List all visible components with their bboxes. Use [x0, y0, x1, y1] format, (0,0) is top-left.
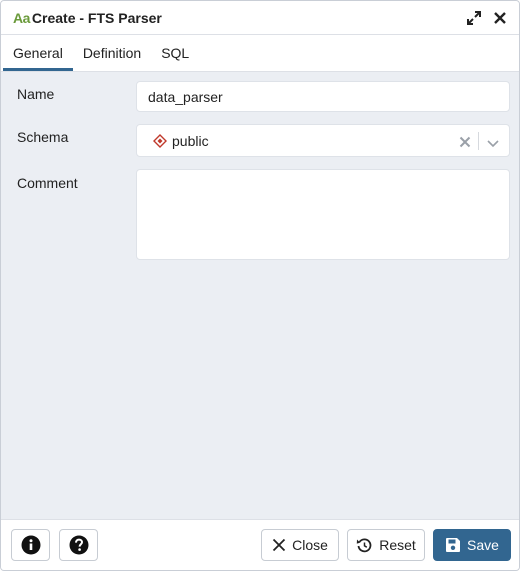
close-button-label: Close [292, 537, 328, 553]
clear-icon[interactable] [459, 135, 471, 147]
tab-definition[interactable]: Definition [73, 35, 151, 71]
close-icon[interactable] [493, 11, 507, 25]
chevron-down-icon[interactable] [486, 136, 500, 147]
schema-icon [153, 133, 167, 148]
tab-bar: General Definition SQL [1, 35, 519, 72]
dialog-title: Create - FTS Parser [31, 9, 162, 26]
info-button[interactable] [11, 529, 50, 561]
reset-button-label: Reset [379, 537, 416, 553]
reset-icon [357, 537, 372, 552]
dialog-footer: Close Reset Save [1, 519, 519, 570]
schema-select[interactable]: public [136, 124, 510, 157]
save-button-label: Save [467, 537, 499, 553]
schema-label: Schema [17, 129, 69, 145]
info-icon [21, 535, 40, 555]
create-fts-parser-dialog: Aa Create - FTS Parser General Definitio… [0, 0, 520, 571]
tab-sql[interactable]: SQL [151, 35, 199, 71]
select-separator [478, 132, 479, 150]
help-icon [69, 535, 88, 555]
name-value: data_parser [148, 88, 223, 105]
close-button[interactable]: Close [261, 529, 339, 561]
name-input[interactable]: data_parser [136, 81, 510, 112]
comment-textarea[interactable] [136, 169, 510, 260]
help-button[interactable] [59, 529, 98, 561]
close-x-icon [272, 538, 286, 552]
name-label: Name [17, 86, 55, 102]
schema-value: public [172, 132, 209, 149]
save-icon [446, 538, 461, 552]
fts-parser-icon: Aa [13, 9, 30, 26]
comment-label: Comment [17, 175, 78, 191]
save-button[interactable]: Save [433, 529, 511, 561]
reset-button[interactable]: Reset [347, 529, 425, 561]
expand-icon[interactable] [467, 10, 481, 25]
dialog-titlebar: Aa Create - FTS Parser [1, 1, 519, 35]
tab-general[interactable]: General [3, 35, 73, 71]
